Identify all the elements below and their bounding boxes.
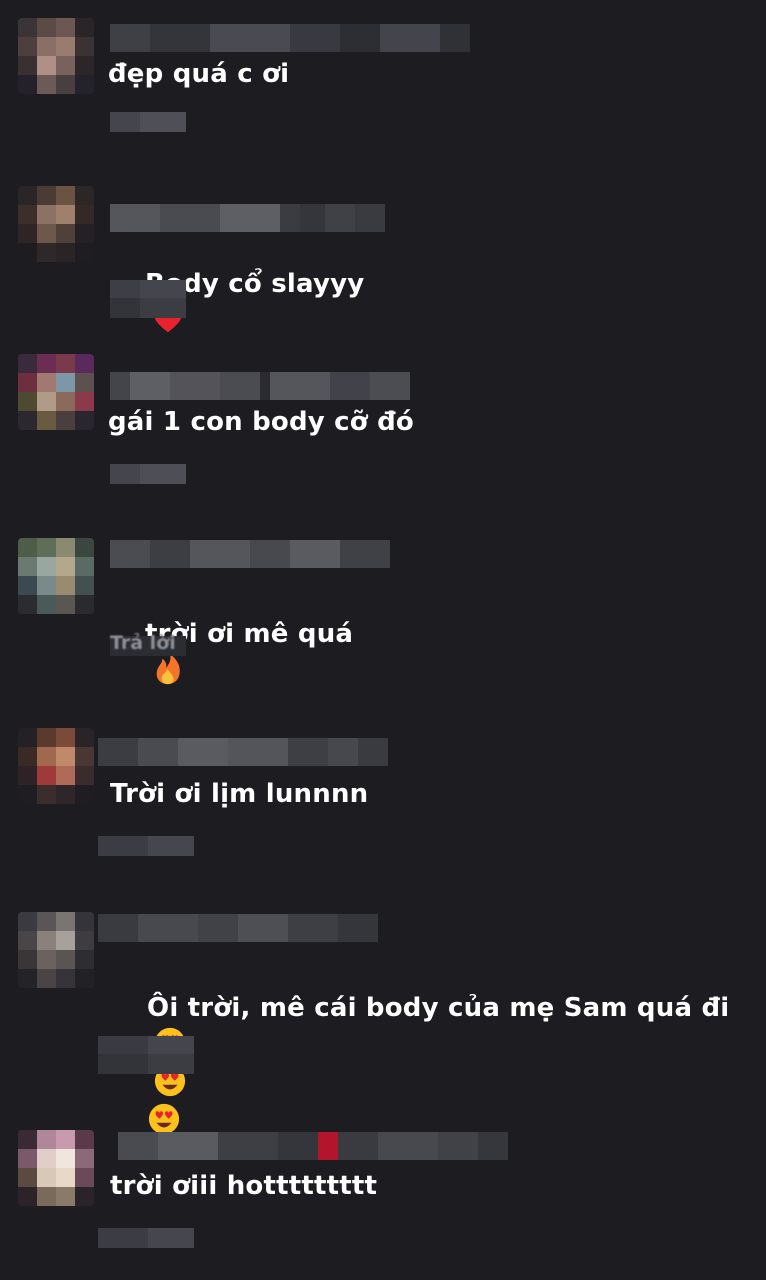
avatar[interactable] [18, 1130, 94, 1206]
avatar[interactable] [18, 538, 94, 614]
username-blurred[interactable] [98, 914, 378, 942]
comment-text: trời ơiii hottttttttt [110, 1171, 378, 1201]
avatar[interactable] [18, 18, 94, 94]
avatar[interactable] [18, 354, 94, 430]
fire-icon [156, 653, 180, 685]
heart-eyes-icon [148, 1103, 180, 1135]
timestamp-blurred [98, 1228, 194, 1248]
timestamp-blurred [110, 464, 186, 484]
timestamp-blurred [110, 298, 186, 318]
comment-text: Trời ơi lịm lunnnn [110, 779, 369, 809]
timestamp-blurred [98, 1036, 194, 1056]
username-blurred[interactable] [110, 540, 390, 568]
timestamp-blurred [110, 112, 186, 132]
comment-text: đẹp quá c ơi [108, 59, 290, 89]
timestamp-blurred [98, 836, 194, 856]
username-blurred[interactable] [98, 738, 388, 766]
comment-text: gái 1 con body cỡ đó [108, 407, 414, 437]
username-blurred[interactable] [110, 372, 410, 400]
timestamp-blurred [110, 280, 186, 300]
avatar[interactable] [18, 186, 94, 262]
username-blurred[interactable] [110, 204, 385, 232]
username-blurred[interactable] [110, 24, 470, 52]
avatar[interactable] [18, 912, 94, 988]
avatar[interactable] [18, 728, 94, 804]
username-blurred[interactable] [118, 1132, 508, 1160]
timestamp-blurred [98, 1054, 194, 1074]
reply-button[interactable]: Trả lời [110, 632, 176, 654]
